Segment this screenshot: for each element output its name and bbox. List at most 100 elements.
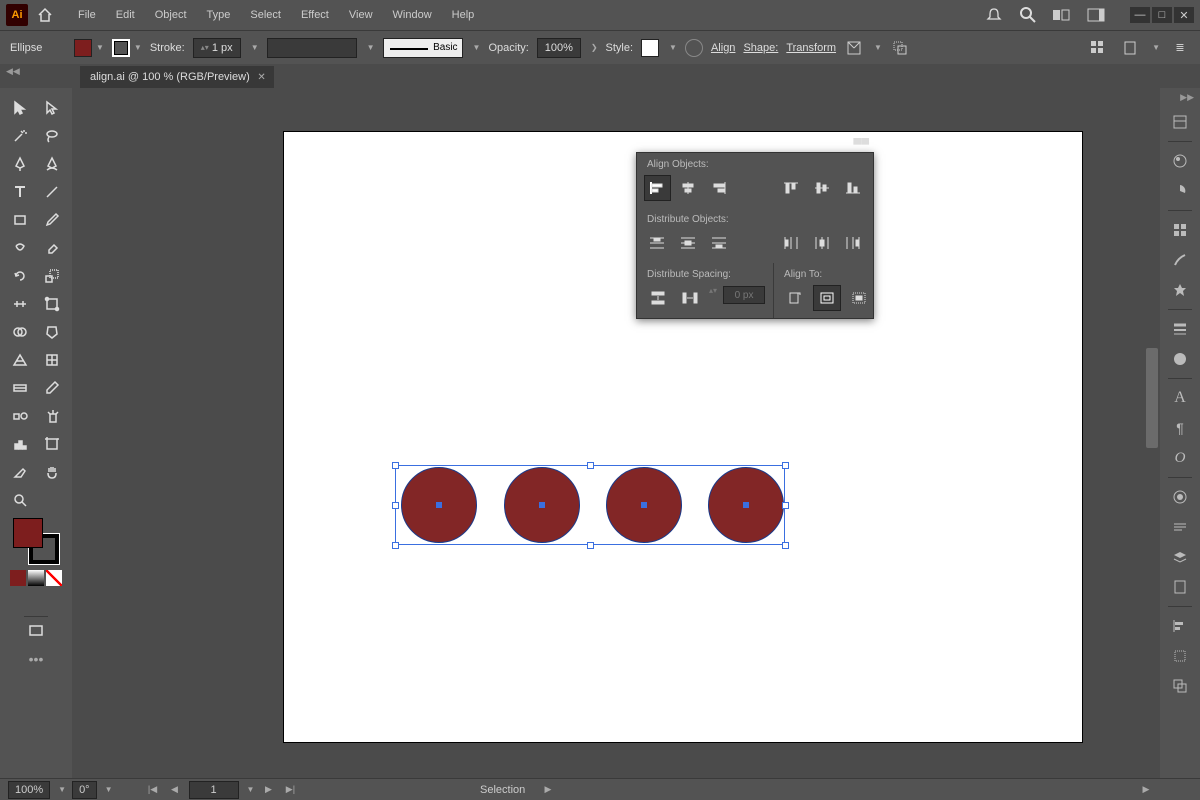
screen-mode-icon[interactable] — [22, 619, 50, 643]
gradient-tool[interactable] — [6, 376, 34, 400]
fill-control[interactable]: ▼ — [74, 39, 104, 57]
layers-panel-icon[interactable] — [1168, 546, 1192, 568]
vdist-bottom-button[interactable] — [707, 231, 732, 255]
brushes-panel-icon[interactable] — [1168, 249, 1192, 271]
panel-menu-icon[interactable]: ≣ — [1170, 38, 1190, 58]
pathfinder-panel-icon[interactable] — [1168, 675, 1192, 697]
opacity-popup[interactable]: ❯ — [591, 43, 598, 52]
canvas-area[interactable]: ▀▀ Align Objects: Distribute Objects: — [72, 88, 1160, 778]
none-mode-icon[interactable] — [46, 570, 62, 586]
artboard-nav-field[interactable]: 1 — [189, 781, 239, 799]
menu-window[interactable]: Window — [385, 5, 440, 25]
gradient-panel-icon[interactable] — [1168, 348, 1192, 370]
gradient-mode-icon[interactable] — [28, 570, 44, 586]
prev-artboard-button[interactable]: ◀ — [167, 782, 183, 798]
print-tiling-tool[interactable] — [38, 488, 66, 512]
hdist-space-button[interactable] — [677, 286, 703, 310]
align-link[interactable]: Align — [711, 42, 735, 54]
workspace-icon[interactable] — [1086, 5, 1106, 25]
style-swatch[interactable] — [641, 39, 659, 57]
asset-export-icon[interactable] — [1168, 576, 1192, 598]
arrange-docs-icon[interactable] — [1052, 5, 1072, 25]
graphic-styles-icon[interactable] — [1168, 516, 1192, 538]
lasso-tool[interactable] — [38, 124, 66, 148]
first-artboard-button[interactable]: |◀ — [145, 782, 161, 798]
symbols-panel-icon[interactable] — [1168, 279, 1192, 301]
scale-tool[interactable] — [38, 264, 66, 288]
brush-definition[interactable]: Basic — [383, 38, 463, 58]
stroke-control[interactable]: ▼ — [112, 39, 142, 57]
selection-handle[interactable] — [392, 542, 399, 549]
color-guide-panel-icon[interactable] — [1168, 180, 1192, 202]
perspective-tool[interactable] — [6, 348, 34, 372]
magic-wand-tool[interactable] — [6, 124, 34, 148]
menu-type[interactable]: Type — [199, 5, 239, 25]
hdist-right-button[interactable] — [840, 231, 865, 255]
recolor-icon[interactable] — [685, 39, 703, 57]
hdist-left-button[interactable] — [778, 231, 803, 255]
collapse-dock-icon[interactable]: ▶▶ — [1180, 92, 1194, 103]
eraser-tool[interactable] — [38, 236, 66, 260]
close-tab-icon[interactable]: ✕ — [257, 72, 265, 83]
rectangle-tool[interactable] — [6, 208, 34, 232]
paintbrush-tool[interactable] — [38, 208, 66, 232]
opacity-input[interactable]: 100% — [537, 38, 581, 58]
column-graph-tool[interactable] — [6, 432, 34, 456]
color-panel-icon[interactable] — [1168, 150, 1192, 172]
grid-options-icon[interactable] — [1090, 38, 1110, 58]
shape-builder-tool[interactable] — [6, 320, 34, 344]
symbol-sprayer-tool[interactable] — [38, 404, 66, 428]
maximize-button[interactable]: □ — [1152, 7, 1172, 23]
eyedropper-tool[interactable] — [38, 376, 66, 400]
vdist-space-button[interactable] — [645, 286, 671, 310]
close-button[interactable]: ✕ — [1174, 7, 1194, 23]
pen-tool[interactable] — [6, 152, 34, 176]
home-icon[interactable] — [34, 4, 56, 26]
selection-handle[interactable] — [587, 542, 594, 549]
scroll-right-button[interactable]: ▶ — [1138, 782, 1154, 798]
color-mode-icon[interactable] — [10, 570, 26, 586]
zoom-field[interactable]: 100% — [8, 781, 50, 799]
align-left-button[interactable] — [645, 176, 670, 200]
live-paint-tool[interactable] — [38, 320, 66, 344]
align-right-button[interactable] — [707, 176, 732, 200]
selection-handle[interactable] — [392, 462, 399, 469]
minimize-button[interactable]: — — [1130, 7, 1150, 23]
next-artboard-button[interactable]: ▶ — [260, 782, 276, 798]
rotate-tool[interactable] — [6, 264, 34, 288]
shape-link[interactable]: Shape: — [743, 42, 778, 54]
selection-handle[interactable] — [782, 462, 789, 469]
vdist-center-button[interactable] — [676, 231, 701, 255]
hand-tool[interactable] — [38, 460, 66, 484]
type-tool[interactable] — [6, 180, 34, 204]
selection-handle[interactable] — [782, 542, 789, 549]
align-hcenter-button[interactable] — [676, 176, 701, 200]
align-to-key-button[interactable] — [846, 286, 872, 310]
selection-tool[interactable] — [6, 96, 34, 120]
paragraph-panel-icon[interactable]: ¶ — [1168, 417, 1192, 439]
slice-tool[interactable] — [6, 460, 34, 484]
align-to-selection-button[interactable] — [782, 286, 808, 310]
search-icon[interactable] — [1018, 5, 1038, 25]
rotate-field[interactable]: 0° — [72, 781, 97, 799]
blend-tool[interactable] — [6, 404, 34, 428]
menu-edit[interactable]: Edit — [108, 5, 143, 25]
fill-swatch[interactable] — [13, 518, 43, 548]
align-to-artboard-button[interactable] — [814, 286, 840, 310]
menu-file[interactable]: File — [70, 5, 104, 25]
menu-select[interactable]: Select — [242, 5, 289, 25]
var-width-profile[interactable] — [267, 38, 357, 58]
align-panel-icon[interactable] — [1168, 615, 1192, 637]
fill-stroke-control[interactable] — [13, 518, 59, 564]
menu-help[interactable]: Help — [444, 5, 483, 25]
transform-panel-icon[interactable] — [1168, 645, 1192, 667]
transform-link[interactable]: Transform — [786, 42, 836, 54]
character-A-icon[interactable]: A — [1168, 387, 1192, 409]
draw-normal-icon[interactable] — [19, 592, 35, 608]
menu-effect[interactable]: Effect — [293, 5, 337, 25]
vdist-top-button[interactable] — [645, 231, 670, 255]
selection-handle[interactable] — [782, 502, 789, 509]
selection-handle[interactable] — [392, 502, 399, 509]
notifications-icon[interactable] — [984, 5, 1004, 25]
stroke-weight-input[interactable]: ▴▾1 px — [193, 38, 241, 58]
